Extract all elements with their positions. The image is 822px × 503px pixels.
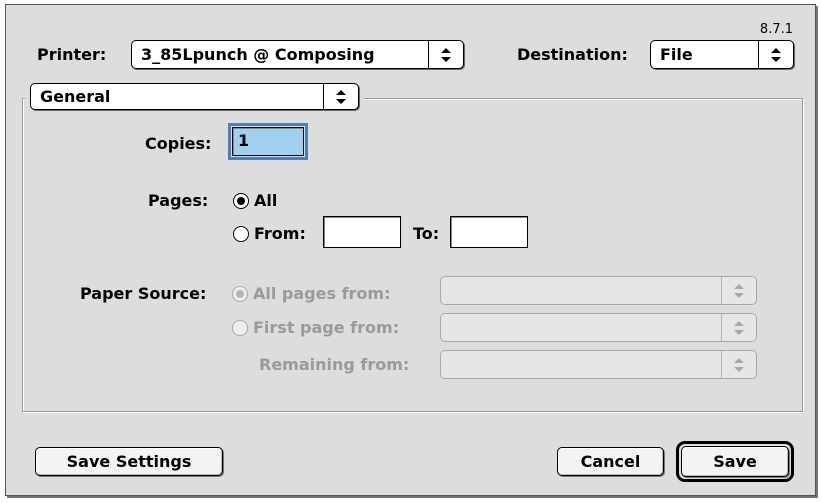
cancel-button[interactable]: Cancel	[557, 447, 664, 476]
radio-selected-icon	[233, 192, 249, 209]
destination-label: Destination:	[517, 45, 628, 64]
destination-value: File	[660, 45, 693, 64]
pages-all-radio[interactable]: All	[233, 191, 277, 210]
panel-value: General	[40, 87, 111, 106]
pages-label: Pages:	[148, 191, 209, 210]
all-pages-from-label: All pages from:	[253, 284, 391, 303]
radio-unselected-icon	[233, 225, 249, 242]
popup-arrows-icon	[721, 314, 756, 341]
remaining-from-label: Remaining from:	[259, 355, 410, 374]
first-page-from-popup[interactable]	[440, 313, 757, 342]
destination-popup[interactable]: File	[650, 40, 794, 69]
radio-selected-icon	[232, 285, 248, 302]
pages-from-label: From:	[254, 224, 306, 243]
printer-popup[interactable]: 3_85Lpunch @ Composing	[131, 40, 464, 69]
popup-arrows-icon	[758, 41, 793, 68]
printer-value: 3_85Lpunch @ Composing	[141, 45, 375, 64]
save-button[interactable]: Save	[681, 446, 789, 477]
popup-arrows-icon	[428, 41, 463, 68]
popup-arrows-icon	[721, 277, 756, 304]
pages-from-field[interactable]	[323, 216, 401, 248]
paper-source-label: Paper Source:	[80, 284, 207, 303]
popup-arrows-icon	[323, 84, 358, 109]
copies-label: Copies:	[145, 134, 212, 153]
pages-to-field[interactable]	[450, 216, 528, 248]
all-pages-from-radio[interactable]: All pages from:	[232, 284, 390, 303]
printer-label: Printer:	[37, 45, 107, 64]
pages-all-label: All	[254, 191, 278, 210]
pages-to-label: To:	[413, 224, 440, 243]
copies-field[interactable]: 1	[228, 123, 308, 160]
save-settings-button[interactable]: Save Settings	[35, 447, 223, 476]
version-label: 8.7.1	[759, 22, 793, 37]
first-page-from-radio[interactable]: First page from:	[232, 318, 399, 337]
all-pages-from-popup[interactable]	[440, 276, 757, 305]
remaining-from-popup[interactable]	[440, 350, 757, 379]
print-dialog: 8.7.1 Printer: 3_85Lpunch @ Composing De…	[5, 4, 816, 496]
first-page-from-label: First page from:	[253, 318, 400, 337]
pages-from-radio[interactable]: From:	[233, 224, 306, 243]
panel-popup[interactable]: General	[30, 83, 359, 110]
popup-arrows-icon	[721, 351, 756, 378]
radio-unselected-icon	[232, 319, 248, 336]
